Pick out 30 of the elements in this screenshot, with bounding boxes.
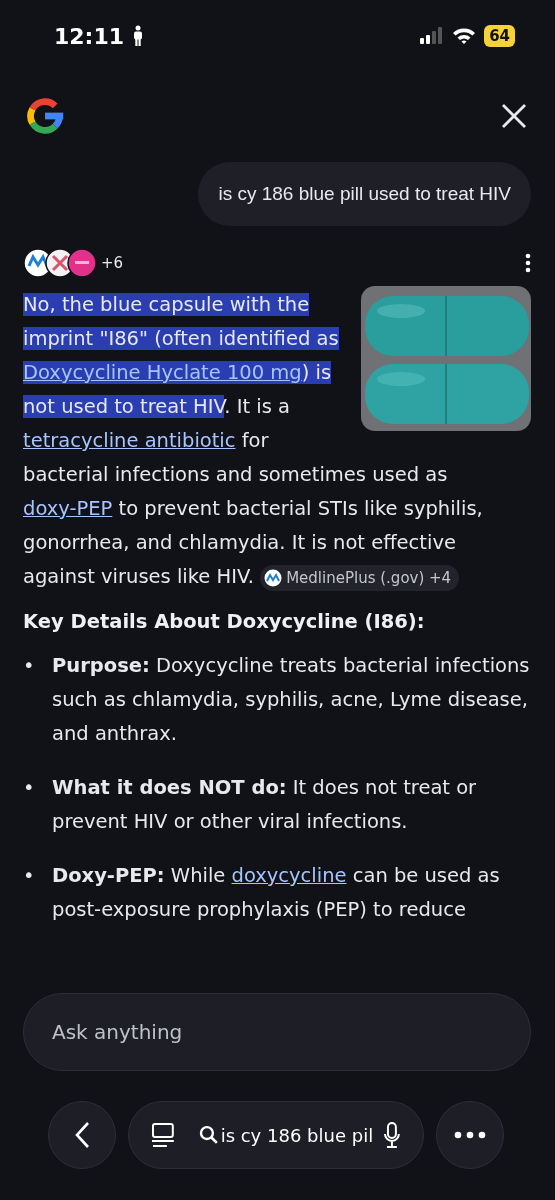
signal-icon	[420, 27, 445, 45]
wifi-icon	[452, 27, 477, 45]
source-icon	[264, 568, 283, 587]
source-count[interactable]: +6	[101, 254, 124, 272]
status-time: 12:11	[54, 23, 125, 49]
microphone-icon[interactable]	[383, 1121, 401, 1149]
person-icon	[132, 25, 145, 47]
bullet-text: Doxy-PEP: While doxycycline can be used as post-exposure prophylaxis (PEP) to reduce	[52, 863, 501, 923]
bullet-text: What it does NOT do: It does not treat or prevent HIV or other viral infections.	[52, 775, 478, 835]
more-options-icon[interactable]	[525, 253, 531, 273]
search-pill[interactable]: is cy 186 blue pil	[128, 1101, 424, 1169]
link[interactable]: tetracycline antibiotic	[23, 429, 236, 452]
ask-field[interactable]: Ask anything	[23, 993, 531, 1071]
link[interactable]: Doxycycline Hyclate 100 mg	[23, 361, 302, 384]
source-icon	[67, 248, 97, 278]
section-heading: Key Details About Doxycycline (I86):	[23, 610, 426, 633]
more-icon	[454, 1131, 486, 1139]
battery-level: 64	[484, 25, 515, 47]
bullet-text: Purpose: Doxycycline treats bacterial infections such as chlamydia, syphilis, acne, Lyme disease, and anthrax.	[52, 653, 531, 747]
link[interactable]: doxy-PEP	[23, 497, 113, 520]
bullet-marker: •	[23, 775, 35, 801]
search-icon	[198, 1125, 219, 1145]
source-chip[interactable]: MedlinePlus (.gov) +4	[260, 564, 460, 591]
back-icon	[74, 1121, 90, 1149]
link[interactable]: doxycycline	[231, 864, 347, 887]
query-bubble: is cy 186 blue pill used to treat HIV	[198, 162, 531, 226]
search-text: is cy 186 blue pil	[220, 1124, 374, 1146]
bullet-marker: •	[23, 653, 35, 679]
bullet-marker: •	[23, 863, 35, 889]
tabs-icon[interactable]	[151, 1122, 175, 1148]
